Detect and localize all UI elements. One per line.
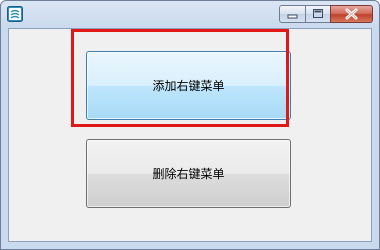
- caption-buttons: [279, 5, 373, 23]
- minimize-button[interactable]: [279, 5, 305, 23]
- app-icon: [7, 6, 23, 22]
- add-context-menu-button[interactable]: 添加右键菜单: [86, 51, 291, 120]
- close-button[interactable]: [330, 5, 373, 23]
- app-window: 添加右键菜单 删除右键菜单: [0, 0, 380, 250]
- client-area: 添加右键菜单 删除右键菜单: [8, 28, 372, 242]
- maximize-button[interactable]: [305, 5, 330, 23]
- delete-context-menu-button[interactable]: 删除右键菜单: [86, 139, 291, 208]
- title-bar[interactable]: [1, 1, 379, 28]
